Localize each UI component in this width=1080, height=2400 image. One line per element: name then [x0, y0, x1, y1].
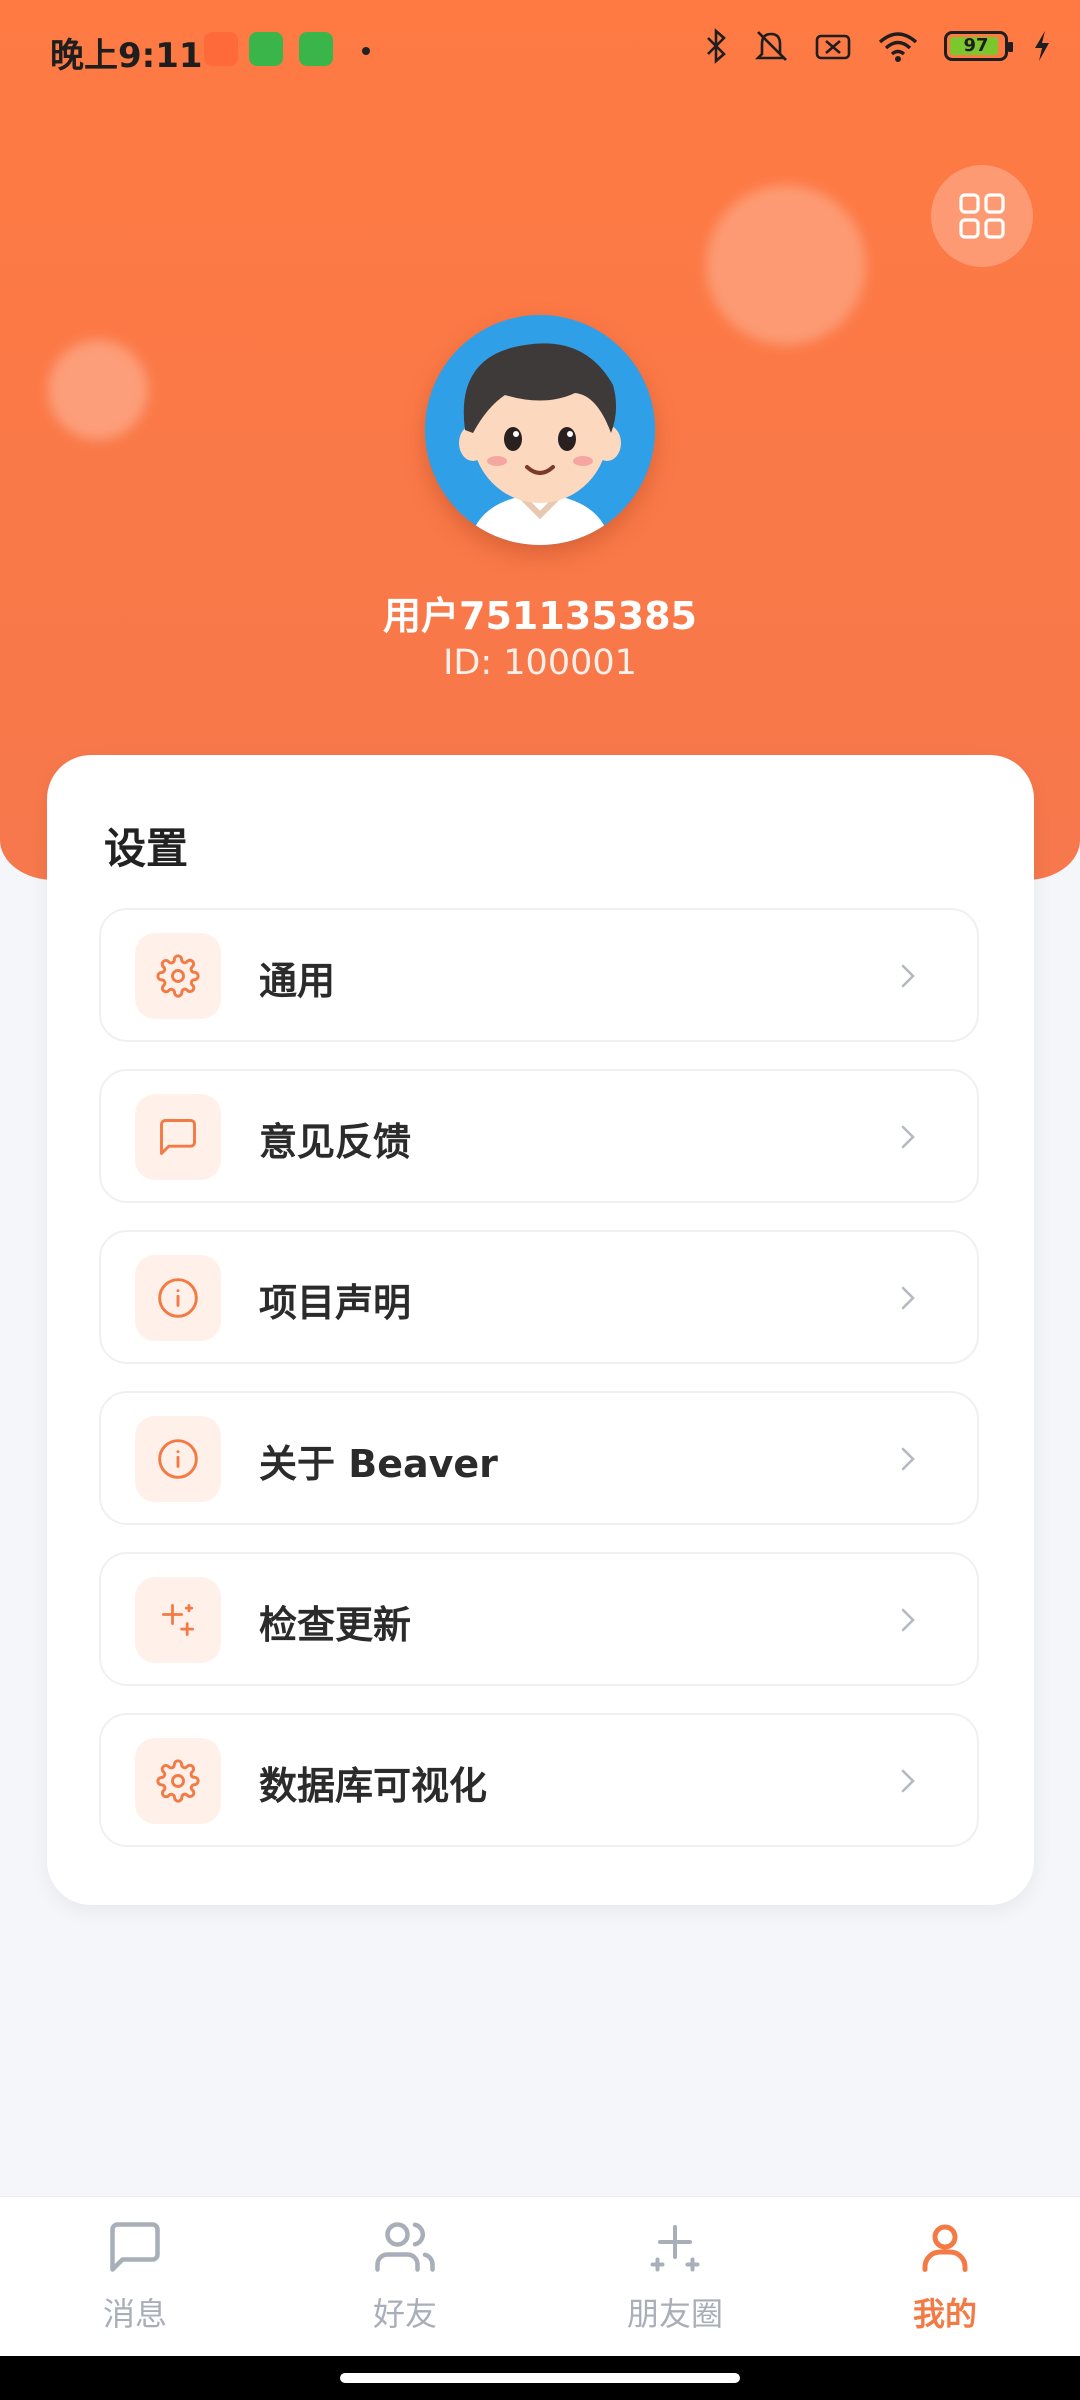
chevron-right-icon	[901, 1125, 915, 1149]
settings-item-label: 意见反馈	[259, 1120, 412, 1164]
avatar[interactable]	[425, 315, 655, 545]
battery-level: 97	[963, 35, 989, 56]
gear-icon	[156, 1759, 200, 1803]
settings-item-about[interactable]: 关于 Beaver	[99, 1391, 979, 1525]
username: 用户751135385	[383, 594, 697, 638]
sparkle-icon	[161, 1603, 195, 1637]
settings-item-icon-box	[135, 1094, 221, 1180]
system-nav-bar	[0, 2356, 1080, 2400]
avatar-illustration	[425, 315, 655, 545]
info-icon	[158, 1278, 198, 1318]
sim-off-icon	[815, 34, 851, 60]
tab-label: 朋友圈	[626, 2295, 723, 2333]
battery-icon: 97	[944, 31, 1013, 61]
settings-item-general[interactable]: 通用	[99, 908, 979, 1042]
app-notification-icon	[299, 32, 333, 66]
settings-item-icon-box	[135, 1416, 221, 1502]
app-notification-icon	[249, 32, 283, 66]
status-bar: 晚上9:11 97	[0, 0, 1080, 100]
charging-icon	[1035, 31, 1049, 61]
tab-messages[interactable]: 消息	[0, 2197, 270, 2357]
friends-icon	[375, 2222, 435, 2272]
settings-item-label: 通用	[259, 959, 336, 1003]
settings-card: 设置 通用 意见反馈 项目声明 关于 Beaver 检查更新 数据库可视化	[47, 755, 1034, 1905]
message-icon	[110, 2222, 160, 2272]
bluetooth-icon	[707, 28, 726, 64]
settings-title: 设置	[104, 824, 189, 873]
user-id: ID: 100001	[443, 643, 637, 683]
settings-item-label: 数据库可视化	[259, 1764, 488, 1808]
mute-icon	[754, 31, 788, 61]
user-icon	[922, 2224, 968, 2272]
bottom-tab-bar: 消息 好友 朋友圈 我的	[0, 2196, 1080, 2357]
tab-label: 消息	[102, 2295, 167, 2333]
settings-item-label: 关于 Beaver	[259, 1442, 498, 1486]
settings-item-icon-box	[135, 1738, 221, 1824]
chevron-right-icon	[901, 1286, 915, 1310]
sparkle-icon	[650, 2225, 700, 2272]
chevron-right-icon	[901, 1769, 915, 1793]
decor-bubble	[48, 340, 148, 440]
settings-item-icon-box	[135, 1577, 221, 1663]
info-icon	[158, 1439, 198, 1479]
chevron-right-icon	[901, 964, 915, 988]
settings-item-db-visualization[interactable]: 数据库可视化	[99, 1713, 979, 1847]
settings-item-project-statement[interactable]: 项目声明	[99, 1230, 979, 1364]
tab-me[interactable]: 我的	[810, 2197, 1080, 2357]
chat-icon	[160, 1119, 196, 1155]
apps-grid-button[interactable]	[931, 165, 1033, 267]
status-time: 晚上9:11	[50, 36, 203, 76]
home-indicator[interactable]	[340, 2373, 740, 2383]
settings-item-icon-box	[135, 1255, 221, 1341]
app-notification-icon	[204, 32, 238, 66]
settings-item-check-update[interactable]: 检查更新	[99, 1552, 979, 1686]
settings-item-label: 检查更新	[259, 1603, 412, 1647]
grid-icon	[959, 193, 1005, 239]
tab-moments[interactable]: 朋友圈	[540, 2197, 810, 2357]
chevron-right-icon	[901, 1447, 915, 1471]
settings-item-label: 项目声明	[259, 1281, 412, 1325]
gear-icon	[156, 954, 200, 998]
tab-label: 好友	[372, 2295, 437, 2333]
settings-item-icon-box	[135, 933, 221, 1019]
tab-friends[interactable]: 好友	[270, 2197, 540, 2357]
tab-label: 我的	[912, 2295, 977, 2333]
more-notifications-icon	[362, 47, 370, 55]
decor-bubble	[706, 185, 866, 345]
settings-item-feedback[interactable]: 意见反馈	[99, 1069, 979, 1203]
wifi-icon	[878, 32, 918, 62]
chevron-right-icon	[901, 1608, 915, 1632]
